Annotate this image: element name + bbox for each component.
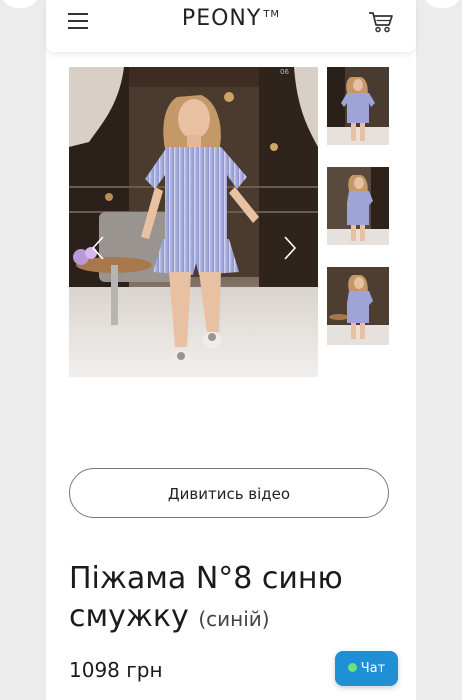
product-color: (синій) (198, 607, 270, 631)
previous-photo-arrow-icon[interactable] (90, 235, 106, 261)
product-price: 1098 грн (69, 658, 163, 682)
watch-video-button[interactable]: Дивитись відео (69, 468, 389, 518)
trademark-mark: TM (263, 8, 281, 20)
thumbnail-3[interactable] (327, 267, 389, 345)
brand-logo[interactable]: PEONY TM (46, 6, 416, 31)
thumbnail-1[interactable] (327, 67, 389, 145)
online-status-icon (347, 663, 357, 672)
chat-label: Чат (360, 661, 386, 676)
next-photo-arrow-icon[interactable] (282, 235, 298, 261)
product-page: PEONY TM 06 Дивитись відео Піжама N°8 си… (46, 0, 416, 700)
top-right-edge (422, 0, 462, 8)
thumbnail-2[interactable] (327, 167, 389, 245)
site-header: PEONY TM (46, 0, 416, 52)
product-title: Піжама N°8 синю смужку (синій) (69, 560, 399, 638)
cart-icon[interactable] (368, 10, 394, 34)
chat-button[interactable]: Чат (335, 651, 398, 686)
top-left-edge (0, 0, 40, 8)
main-product-photo[interactable] (69, 67, 318, 377)
photo-counter: 06 (280, 68, 289, 76)
